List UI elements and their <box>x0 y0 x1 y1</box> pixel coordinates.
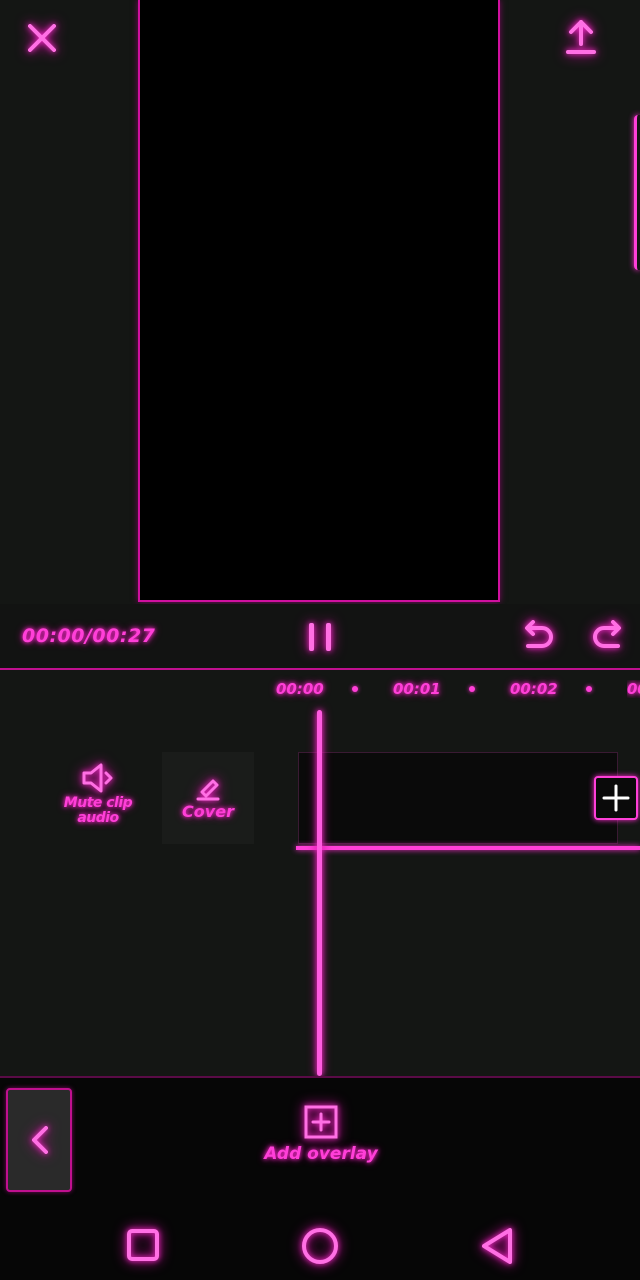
close-icon <box>28 24 56 52</box>
plus-icon <box>602 784 630 812</box>
add-square-icon <box>304 1105 338 1139</box>
ruler-dot <box>469 686 475 692</box>
add-clip-button[interactable] <box>594 776 638 820</box>
recent-apps-icon[interactable] <box>126 1228 160 1262</box>
pause-icon <box>309 623 331 651</box>
video-preview[interactable] <box>138 0 500 602</box>
mute-label-line1: Mute clip <box>63 795 133 811</box>
side-panel-handle[interactable] <box>634 115 640 270</box>
mute-clip-audio-button[interactable]: Mute clip audio <box>62 762 134 842</box>
clip-track[interactable] <box>298 752 618 844</box>
add-overlay-label: Add overlay <box>264 1144 378 1164</box>
export-button[interactable] <box>560 16 604 60</box>
cover-button[interactable]: Cover <box>162 752 254 844</box>
add-overlay-button[interactable]: Add overlay <box>262 1104 380 1174</box>
audio-track-line <box>296 846 640 850</box>
speaker-icon <box>82 763 113 793</box>
mute-label-line2: audio <box>77 810 119 826</box>
close-button[interactable] <box>22 18 62 58</box>
ruler-dot <box>586 686 592 692</box>
ruler-dot <box>352 686 358 692</box>
chevron-left-icon <box>32 1126 48 1154</box>
upload-icon <box>566 20 596 54</box>
time-readout: 00:00/00:27 <box>22 625 156 647</box>
ruler-label: 00:02 <box>510 680 558 698</box>
cover-label: Cover <box>182 802 234 821</box>
back-button[interactable] <box>6 1088 72 1192</box>
redo-button[interactable] <box>590 618 628 654</box>
back-triangle-icon[interactable] <box>478 1226 516 1266</box>
home-icon[interactable] <box>300 1226 340 1266</box>
ruler-label: 00: <box>627 680 640 698</box>
ruler-label: 00:00 <box>276 680 324 698</box>
system-navigation-bar <box>0 1200 640 1280</box>
playhead[interactable] <box>317 710 322 1076</box>
redo-icon <box>593 620 621 648</box>
undo-icon <box>525 620 553 648</box>
undo-button[interactable] <box>518 618 556 654</box>
ruler-label: 00:01 <box>393 680 441 698</box>
pencil-icon <box>196 779 220 801</box>
pause-button[interactable] <box>304 620 336 654</box>
